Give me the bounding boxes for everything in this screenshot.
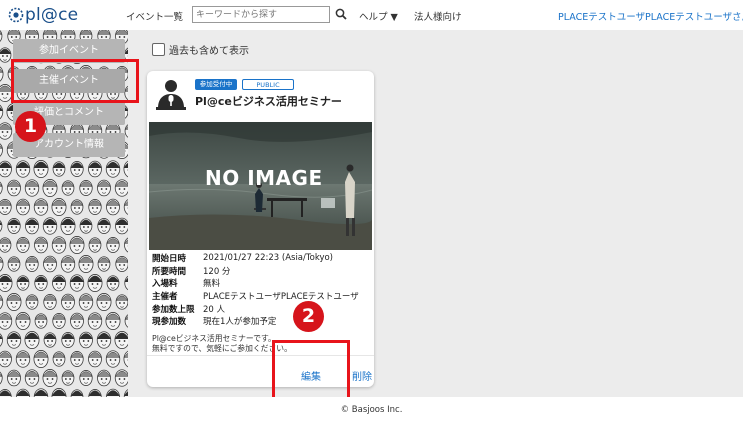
info-row-host: 主催者 PLACEテストユーザPLACEテストユーザ [152, 290, 359, 303]
logo-text: pl@ce [25, 5, 79, 25]
corporate-link[interactable]: 法人様向け [414, 9, 462, 23]
info-value: 120 分 [203, 266, 231, 277]
info-row-start: 開始日時 2021/01/27 22:23 (Asia/Tokyo) [152, 252, 359, 265]
info-value: 20 人 [203, 304, 226, 315]
annotation-box-edit [272, 340, 350, 402]
event-description: Pl@ceビジネス活用セミナーです。 無料ですので、気軽にご参加ください。 [152, 334, 292, 354]
info-value: PLACEテストユーザPLACEテストユーザ [203, 292, 359, 303]
info-row-capacity: 参加数上限 20 人 [152, 302, 359, 315]
description-line: 無料ですので、気軽にご参加ください。 [152, 344, 292, 353]
search-input[interactable] [192, 6, 330, 23]
nav-event-list[interactable]: イベント一覧 [126, 9, 183, 23]
annotation-marker-2: 2 [293, 301, 324, 332]
show-past-toggle[interactable]: 過去も含めて表示 [152, 42, 249, 57]
info-label: 現参加数 [152, 317, 187, 328]
delete-button[interactable]: 削除 [352, 368, 372, 383]
search-icon[interactable] [335, 8, 347, 20]
show-past-label: 過去も含めて表示 [169, 46, 249, 57]
annotation-marker-1: 1 [15, 111, 46, 142]
description-line: Pl@ceビジネス活用セミナーです。 [152, 334, 276, 343]
event-info-table: 開始日時 2021/01/27 22:23 (Asia/Tokyo) 所要時間 … [152, 252, 359, 328]
info-label: 開始日時 [152, 254, 187, 265]
info-value: 無料 [203, 279, 221, 290]
place-logo[interactable]: pl@ce [8, 4, 78, 26]
info-value: 2021/01/27 22:23 (Asia/Tokyo) [203, 253, 333, 264]
host-avatar-icon [155, 77, 187, 111]
info-row-fee: 入場料 無料 [152, 277, 359, 290]
annotation-box-hosted-events [11, 59, 139, 103]
info-label: 主催者 [152, 292, 178, 303]
event-image[interactable]: NO IMAGE [149, 122, 372, 250]
visibility-badge: PUBLIC [242, 79, 294, 90]
show-past-checkbox[interactable] [152, 43, 165, 56]
info-label: 参加数上限 [152, 304, 195, 315]
info-value: 現在1人が参加予定 [203, 317, 277, 328]
info-row-participants: 現参加数 現在1人が参加予定 [152, 315, 359, 328]
user-menu[interactable]: PLACEテストユーザPLACEテストユーザさん [558, 9, 743, 23]
logo-dots-icon [8, 7, 24, 23]
footer: © Basjoos Inc. [0, 397, 743, 424]
header: pl@ce イベント一覧 ヘルプ ▼ 法人様向け PLACEテストユーザPLAC… [0, 0, 743, 30]
main-content: 過去も含めて表示 参加受付中 PUBLIC Pl@ceビジネス活用セミナー NO… [128, 30, 743, 397]
status-badge: 参加受付中 [195, 79, 237, 90]
help-menu[interactable]: ヘルプ ▼ [359, 9, 398, 23]
info-label: 所要時間 [152, 266, 187, 277]
no-image-label: NO IMAGE [205, 166, 323, 190]
event-title[interactable]: Pl@ceビジネス活用セミナー [195, 93, 342, 109]
info-row-duration: 所要時間 120 分 [152, 265, 359, 278]
info-label: 入場料 [152, 279, 178, 290]
copyright-text: © Basjoos Inc. [340, 405, 403, 415]
